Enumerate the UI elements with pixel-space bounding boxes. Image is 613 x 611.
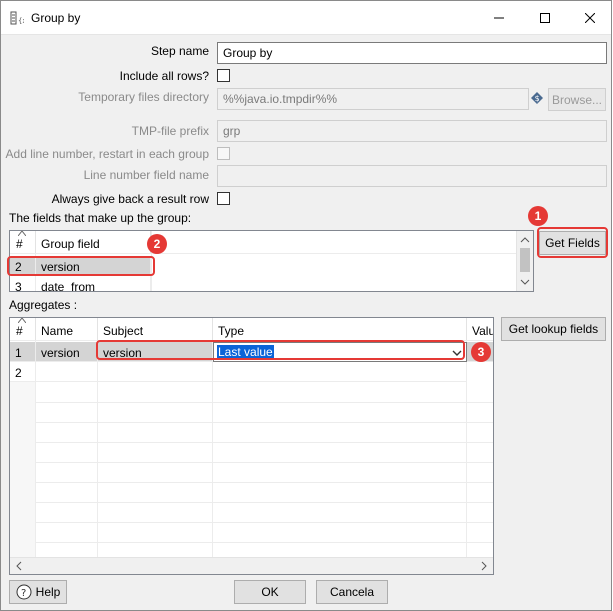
ok-button[interactable]: OK: [234, 580, 306, 604]
aggregates-h-scrollbar[interactable]: [10, 557, 493, 574]
annotation-badge-1: 1: [528, 206, 548, 226]
variable-icon[interactable]: $: [531, 92, 543, 104]
agg-row-num: 1: [10, 342, 36, 362]
agg-row-type[interactable]: [213, 362, 467, 382]
close-button[interactable]: [567, 1, 613, 35]
agg-col-num-header[interactable]: #: [10, 318, 36, 340]
scroll-thumb[interactable]: [520, 248, 530, 272]
temp-dir-label: Temporary files directory: [78, 90, 209, 104]
help-icon: ?: [16, 584, 32, 600]
step-name-label: Step name: [150, 44, 209, 58]
annotation-highlight-group-row: [7, 256, 155, 276]
agg-col-value-header[interactable]: Valu: [467, 318, 493, 340]
line-number-field-input[interactable]: [217, 165, 607, 187]
add-line-number-checkbox[interactable]: [217, 147, 230, 160]
browse-button[interactable]: Browse...: [548, 88, 606, 111]
agg-col-type-header[interactable]: Type: [213, 318, 467, 340]
annotation-badge-3: 3: [471, 342, 491, 362]
agg-col-name-header[interactable]: Name: [36, 318, 98, 340]
help-label: Help: [35, 585, 61, 599]
annotation-highlight-get-fields: [537, 227, 608, 258]
scroll-right-icon: [481, 561, 487, 571]
scroll-down-icon: [520, 279, 530, 285]
sort-up-icon: [18, 318, 26, 323]
group-col-field-header[interactable]: Group field: [36, 231, 151, 253]
title-bar: {x Group by: [1, 1, 611, 35]
group-by-icon: {x: [10, 11, 24, 25]
agg-col-subject-header[interactable]: Subject: [98, 318, 213, 340]
window-title: Group by: [31, 11, 81, 25]
minimize-button[interactable]: [476, 1, 522, 35]
sort-up-icon: [18, 231, 26, 236]
agg-row-name[interactable]: version: [36, 342, 98, 362]
group-fields-scrollbar[interactable]: [516, 231, 533, 291]
group-row-num: 3: [10, 276, 36, 291]
svg-text:$: $: [535, 94, 540, 103]
agg-row-num: 2: [10, 362, 36, 382]
annotation-badge-2: 2: [147, 234, 167, 254]
cancel-button[interactable]: Cancela: [316, 580, 388, 604]
get-lookup-fields-button[interactable]: Get lookup fields: [501, 317, 606, 341]
tmp-prefix-label: TMP-file prefix: [131, 124, 209, 138]
step-name-input[interactable]: Group by: [217, 42, 607, 64]
maximize-button[interactable]: [522, 1, 568, 35]
group-col-num-header[interactable]: #: [10, 231, 36, 253]
aggregates-section-label: Aggregates :: [9, 298, 78, 312]
always-result-row-checkbox[interactable]: [217, 192, 230, 205]
maximize-icon: [540, 13, 550, 23]
tmp-prefix-input[interactable]: grp: [217, 120, 607, 142]
scroll-up-icon: [520, 237, 530, 243]
always-result-row-label: Always give back a result row: [51, 192, 209, 206]
temp-dir-input[interactable]: %%java.io.tmpdir%%: [217, 88, 529, 110]
help-button[interactable]: ? Help: [9, 580, 67, 604]
scroll-left-icon: [16, 561, 22, 571]
agg-row-name[interactable]: [36, 362, 98, 382]
include-all-rows-checkbox[interactable]: [217, 69, 230, 82]
group-fields-section-label: The fields that make up the group:: [9, 211, 192, 225]
include-all-rows-label: Include all rows?: [119, 69, 209, 83]
svg-text:{x: {x: [18, 17, 24, 25]
add-line-number-label: Add line number, restart in each group: [5, 147, 209, 161]
close-icon: [585, 13, 595, 23]
minimize-icon: [494, 17, 504, 19]
agg-row-subject[interactable]: [98, 362, 213, 382]
annotation-highlight-subject-type: [96, 340, 465, 360]
svg-text:?: ?: [21, 588, 26, 599]
line-number-field-label: Line number field name: [83, 168, 209, 182]
group-row-field[interactable]: date_from: [36, 276, 151, 291]
group-by-dialog: {x Group by Step name Group by Include a…: [0, 0, 612, 611]
